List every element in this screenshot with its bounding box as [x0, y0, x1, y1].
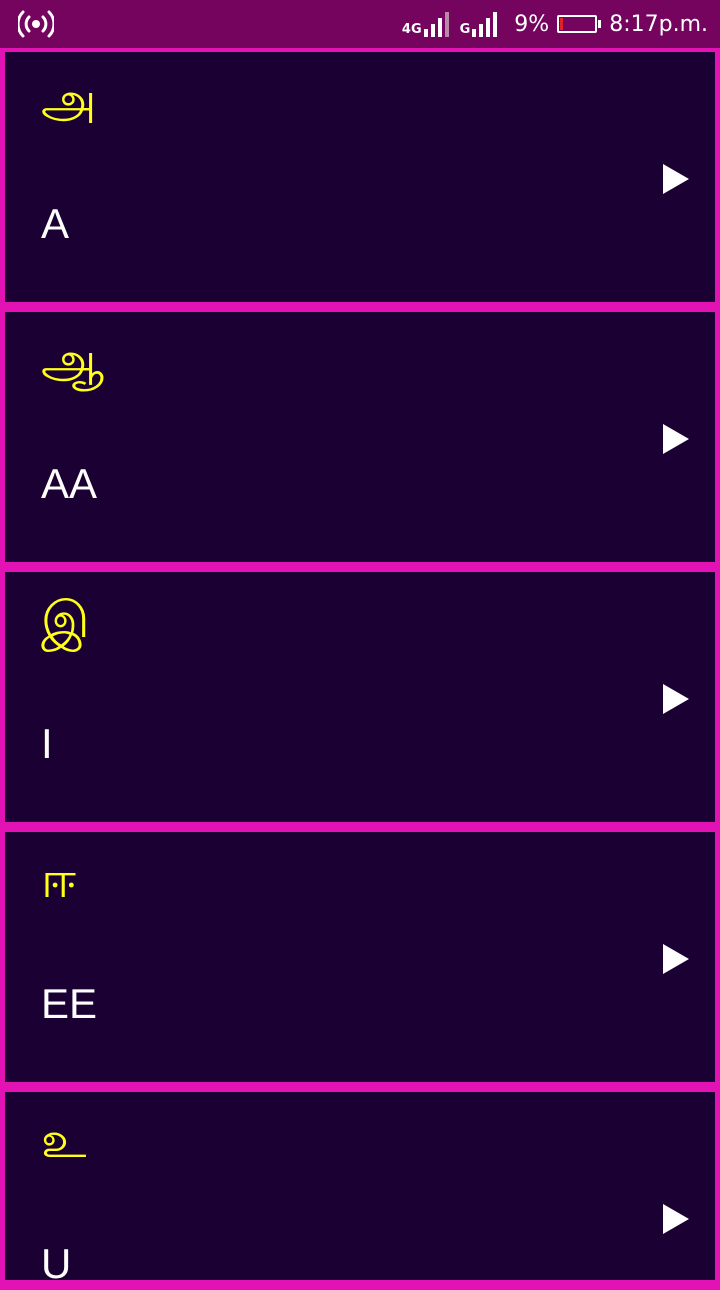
list-item[interactable]: ஆ AA: [5, 312, 715, 562]
battery-percent: 9%: [514, 11, 550, 37]
list-item[interactable]: அ A: [5, 52, 715, 302]
transliteration: I: [41, 720, 53, 767]
tamil-letter: ஈ: [41, 851, 77, 909]
status-bar: 4G G 9% 8:17p.m.: [0, 0, 720, 48]
play-icon[interactable]: [663, 684, 689, 714]
clock: 8:17p.m.: [609, 11, 708, 37]
signal-icon: [423, 11, 452, 37]
tamil-letter: இ: [41, 591, 90, 649]
list-item[interactable]: உ U: [5, 1092, 715, 1287]
signal-icon-2: [472, 11, 500, 37]
play-icon[interactable]: [663, 424, 689, 454]
status-indicators: 4G G 9% 8:17p.m.: [402, 0, 708, 48]
network-g-label: G: [459, 21, 471, 37]
list-item[interactable]: ஈ EE: [5, 832, 715, 1082]
network-4g-label: 4G: [401, 21, 422, 37]
tamil-letter: உ: [41, 1111, 87, 1169]
play-icon[interactable]: [663, 1204, 689, 1234]
hotspot-icon: [16, 10, 56, 38]
battery-icon: [557, 15, 602, 33]
list-item[interactable]: இ I: [5, 572, 715, 822]
tamil-letter: ஆ: [41, 331, 105, 389]
tamil-letter: அ: [41, 71, 97, 129]
transliteration: EE: [41, 980, 98, 1027]
play-icon[interactable]: [663, 164, 689, 194]
transliteration: A: [41, 200, 70, 247]
play-icon[interactable]: [663, 944, 689, 974]
transliteration: AA: [41, 460, 98, 507]
transliteration: U: [41, 1240, 72, 1287]
